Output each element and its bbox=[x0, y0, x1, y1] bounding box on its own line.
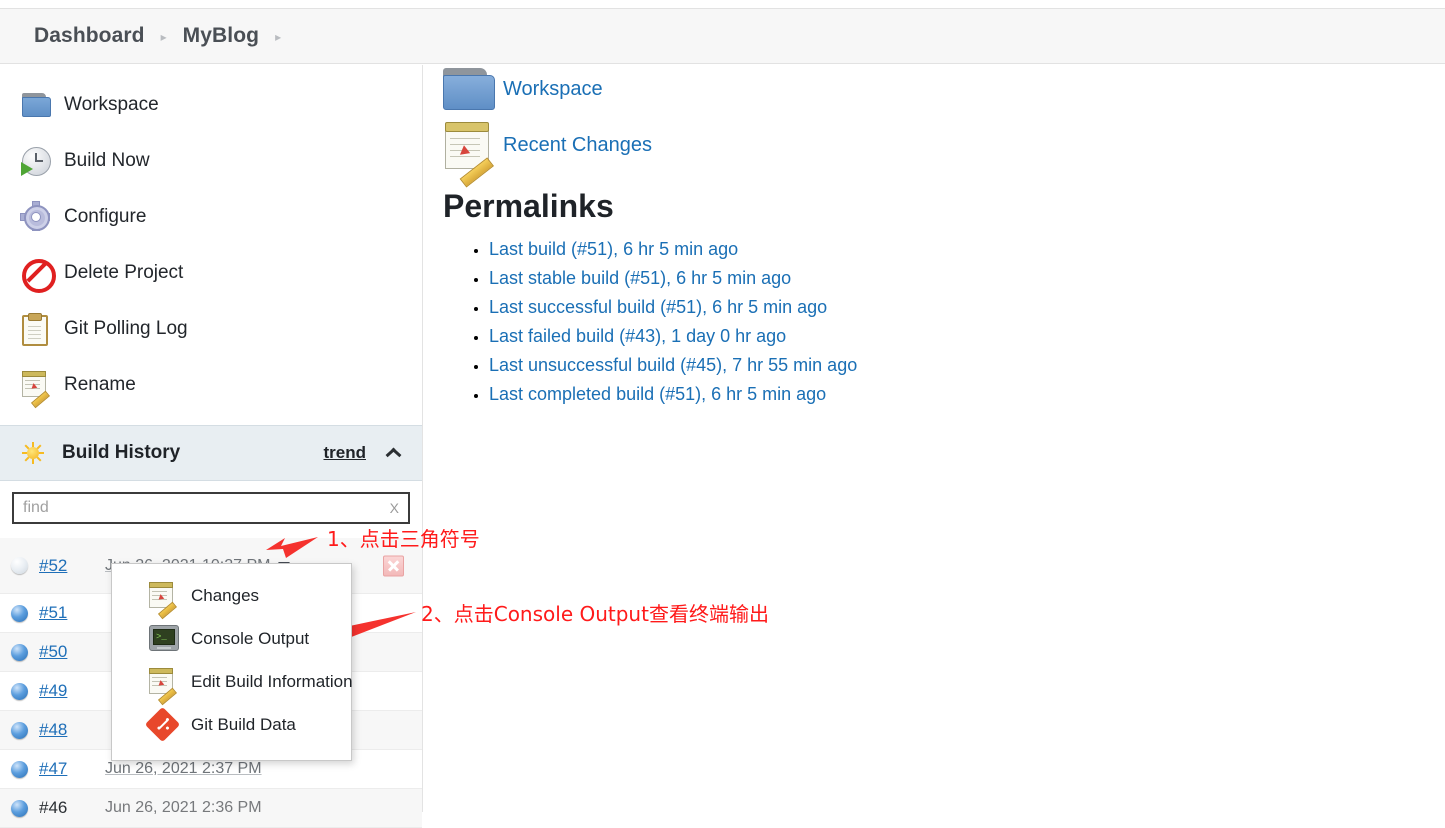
annotation-arrow-1 bbox=[266, 537, 318, 558]
main-link-label: Recent Changes bbox=[503, 133, 652, 156]
permalink-last-unsuccessful-build[interactable]: Last unsuccessful build (#45), 7 hr 55 m… bbox=[489, 355, 857, 375]
build-number-link[interactable]: #49 bbox=[39, 681, 81, 701]
build-date-link[interactable]: Jun 26, 2021 2:36 PM bbox=[105, 799, 262, 817]
folder-icon bbox=[443, 66, 495, 112]
build-number-link[interactable]: #51 bbox=[39, 603, 81, 623]
sidebar-item-label: Workspace bbox=[64, 94, 159, 115]
menu-item-edit-build-information[interactable]: Edit Build Information bbox=[112, 660, 353, 706]
build-context-menu: Changes >_ Console Output Edit Build Inf… bbox=[111, 563, 353, 761]
main-link-recent-changes[interactable]: Recent Changes bbox=[443, 122, 1433, 188]
folder-icon bbox=[22, 91, 51, 119]
notepad-pencil-icon bbox=[149, 582, 177, 620]
permalinks-list: Last build (#51), 6 hr 5 min ago Last st… bbox=[443, 239, 1433, 405]
main-link-label: Workspace bbox=[503, 77, 603, 100]
delete-icon bbox=[22, 259, 56, 293]
page-title: Permalinks bbox=[443, 188, 614, 224]
build-date-link[interactable]: Jun 26, 2021 2:37 PM bbox=[105, 760, 262, 778]
build-number-link[interactable]: #47 bbox=[39, 759, 81, 779]
gear-icon bbox=[20, 201, 50, 231]
trend-link[interactable]: trend bbox=[324, 443, 367, 463]
list-item: Last build (#51), 6 hr 5 min ago bbox=[489, 239, 1433, 260]
notepad-pencil-icon bbox=[443, 122, 495, 188]
build-history-find[interactable]: X bbox=[12, 492, 410, 524]
permalink-last-stable-build[interactable]: Last stable build (#51), 6 hr 5 min ago bbox=[489, 268, 791, 288]
breadcrumb-separator-icon: ▸ bbox=[160, 30, 167, 44]
sidebar-item-label: Build Now bbox=[64, 150, 150, 171]
main-link-workspace[interactable]: Workspace bbox=[443, 66, 1433, 112]
build-status-ball-pending bbox=[11, 557, 28, 574]
breadcrumb-myblog[interactable]: MyBlog bbox=[183, 24, 259, 48]
list-item: Last failed build (#43), 1 day 0 hr ago bbox=[489, 326, 1433, 347]
menu-item-changes[interactable]: Changes bbox=[112, 574, 351, 620]
build-status-ball-blue bbox=[11, 799, 28, 817]
sidebar-item-label: Rename bbox=[64, 374, 136, 395]
menu-item-console-output[interactable]: >_ Console Output bbox=[112, 617, 351, 660]
menu-item-git-build-data[interactable]: Git Build Data bbox=[112, 703, 351, 746]
sun-icon bbox=[22, 442, 44, 464]
list-item: Last unsuccessful build (#45), 7 hr 55 m… bbox=[489, 355, 1433, 376]
list-item: Last completed build (#51), 6 hr 5 min a… bbox=[489, 384, 1433, 405]
build-number-link[interactable]: #48 bbox=[39, 720, 81, 740]
annotation-step-1: 1、点击三角符号 bbox=[327, 527, 480, 551]
sidebar-item-configure[interactable]: Configure bbox=[0, 189, 422, 245]
breadcrumb: Dashboard ▸ MyBlog ▸ bbox=[0, 8, 1445, 64]
build-status-ball-blue bbox=[11, 760, 28, 778]
permalink-last-completed-build[interactable]: Last completed build (#51), 6 hr 5 min a… bbox=[489, 384, 826, 404]
sidebar-item-git-polling-log[interactable]: Git Polling Log bbox=[0, 301, 422, 357]
console-icon: >_ bbox=[149, 625, 179, 652]
build-status-ball-blue bbox=[11, 643, 28, 661]
list-item: Last successful build (#51), 6 hr 5 min … bbox=[489, 297, 1433, 318]
jenkins-project-page: Dashboard ▸ MyBlog ▸ Workspace Build Now bbox=[0, 0, 1445, 828]
sidebar-item-label: Configure bbox=[64, 206, 147, 227]
menu-item-label: Changes bbox=[191, 585, 260, 605]
build-number-link[interactable]: #50 bbox=[39, 642, 81, 662]
sidebar-item-build-now[interactable]: Build Now bbox=[0, 133, 422, 189]
menu-item-label: Edit Build Information bbox=[191, 671, 353, 691]
permalink-last-failed-build[interactable]: Last failed build (#43), 1 day 0 hr ago bbox=[489, 326, 786, 346]
clipboard-icon bbox=[22, 313, 50, 346]
sidebar-task-list: Workspace Build Now Configure Delete Pro… bbox=[0, 65, 422, 413]
breadcrumb-separator-icon-2[interactable]: ▸ bbox=[275, 31, 281, 43]
chevron-up-icon[interactable] bbox=[384, 445, 400, 461]
menu-item-label: Console Output bbox=[191, 628, 310, 648]
notepad-pencil-icon bbox=[149, 668, 177, 706]
menu-item-label: Git Build Data bbox=[191, 714, 296, 734]
table-row[interactable]: #46 Jun 26, 2021 2:36 PM bbox=[0, 789, 422, 828]
build-history-header: Build History trend bbox=[0, 425, 422, 481]
sidebar-item-delete-project[interactable]: Delete Project bbox=[0, 245, 422, 301]
build-status-ball-blue bbox=[11, 682, 28, 700]
main-content: Workspace Recent Changes Permalinks Last… bbox=[443, 66, 1433, 413]
build-number-link[interactable]: #46 bbox=[39, 798, 81, 818]
cancel-build-button[interactable] bbox=[383, 555, 404, 576]
build-status-ball-blue bbox=[11, 604, 28, 622]
build-history-title: Build History bbox=[62, 442, 181, 463]
sidebar-item-rename[interactable]: Rename bbox=[0, 357, 422, 413]
build-number-link[interactable]: #52 bbox=[39, 556, 81, 576]
clear-icon[interactable]: X bbox=[381, 500, 408, 516]
sidebar-item-label: Git Polling Log bbox=[64, 318, 188, 339]
notepad-pencil-icon bbox=[22, 371, 50, 409]
annotation-step-2: 2、点击Console Output查看终端输出 bbox=[421, 602, 769, 626]
permalink-last-build[interactable]: Last build (#51), 6 hr 5 min ago bbox=[489, 239, 738, 259]
build-status-ball-blue bbox=[11, 721, 28, 739]
sidebar-item-label: Delete Project bbox=[64, 262, 184, 283]
breadcrumb-dashboard[interactable]: Dashboard bbox=[34, 24, 145, 48]
git-icon bbox=[144, 706, 181, 743]
permalink-last-successful-build[interactable]: Last successful build (#51), 6 hr 5 min … bbox=[489, 297, 827, 317]
sidebar-item-workspace[interactable]: Workspace bbox=[0, 77, 422, 133]
search-input[interactable] bbox=[14, 494, 381, 522]
list-item: Last stable build (#51), 6 hr 5 min ago bbox=[489, 268, 1433, 289]
build-now-icon bbox=[21, 147, 51, 176]
